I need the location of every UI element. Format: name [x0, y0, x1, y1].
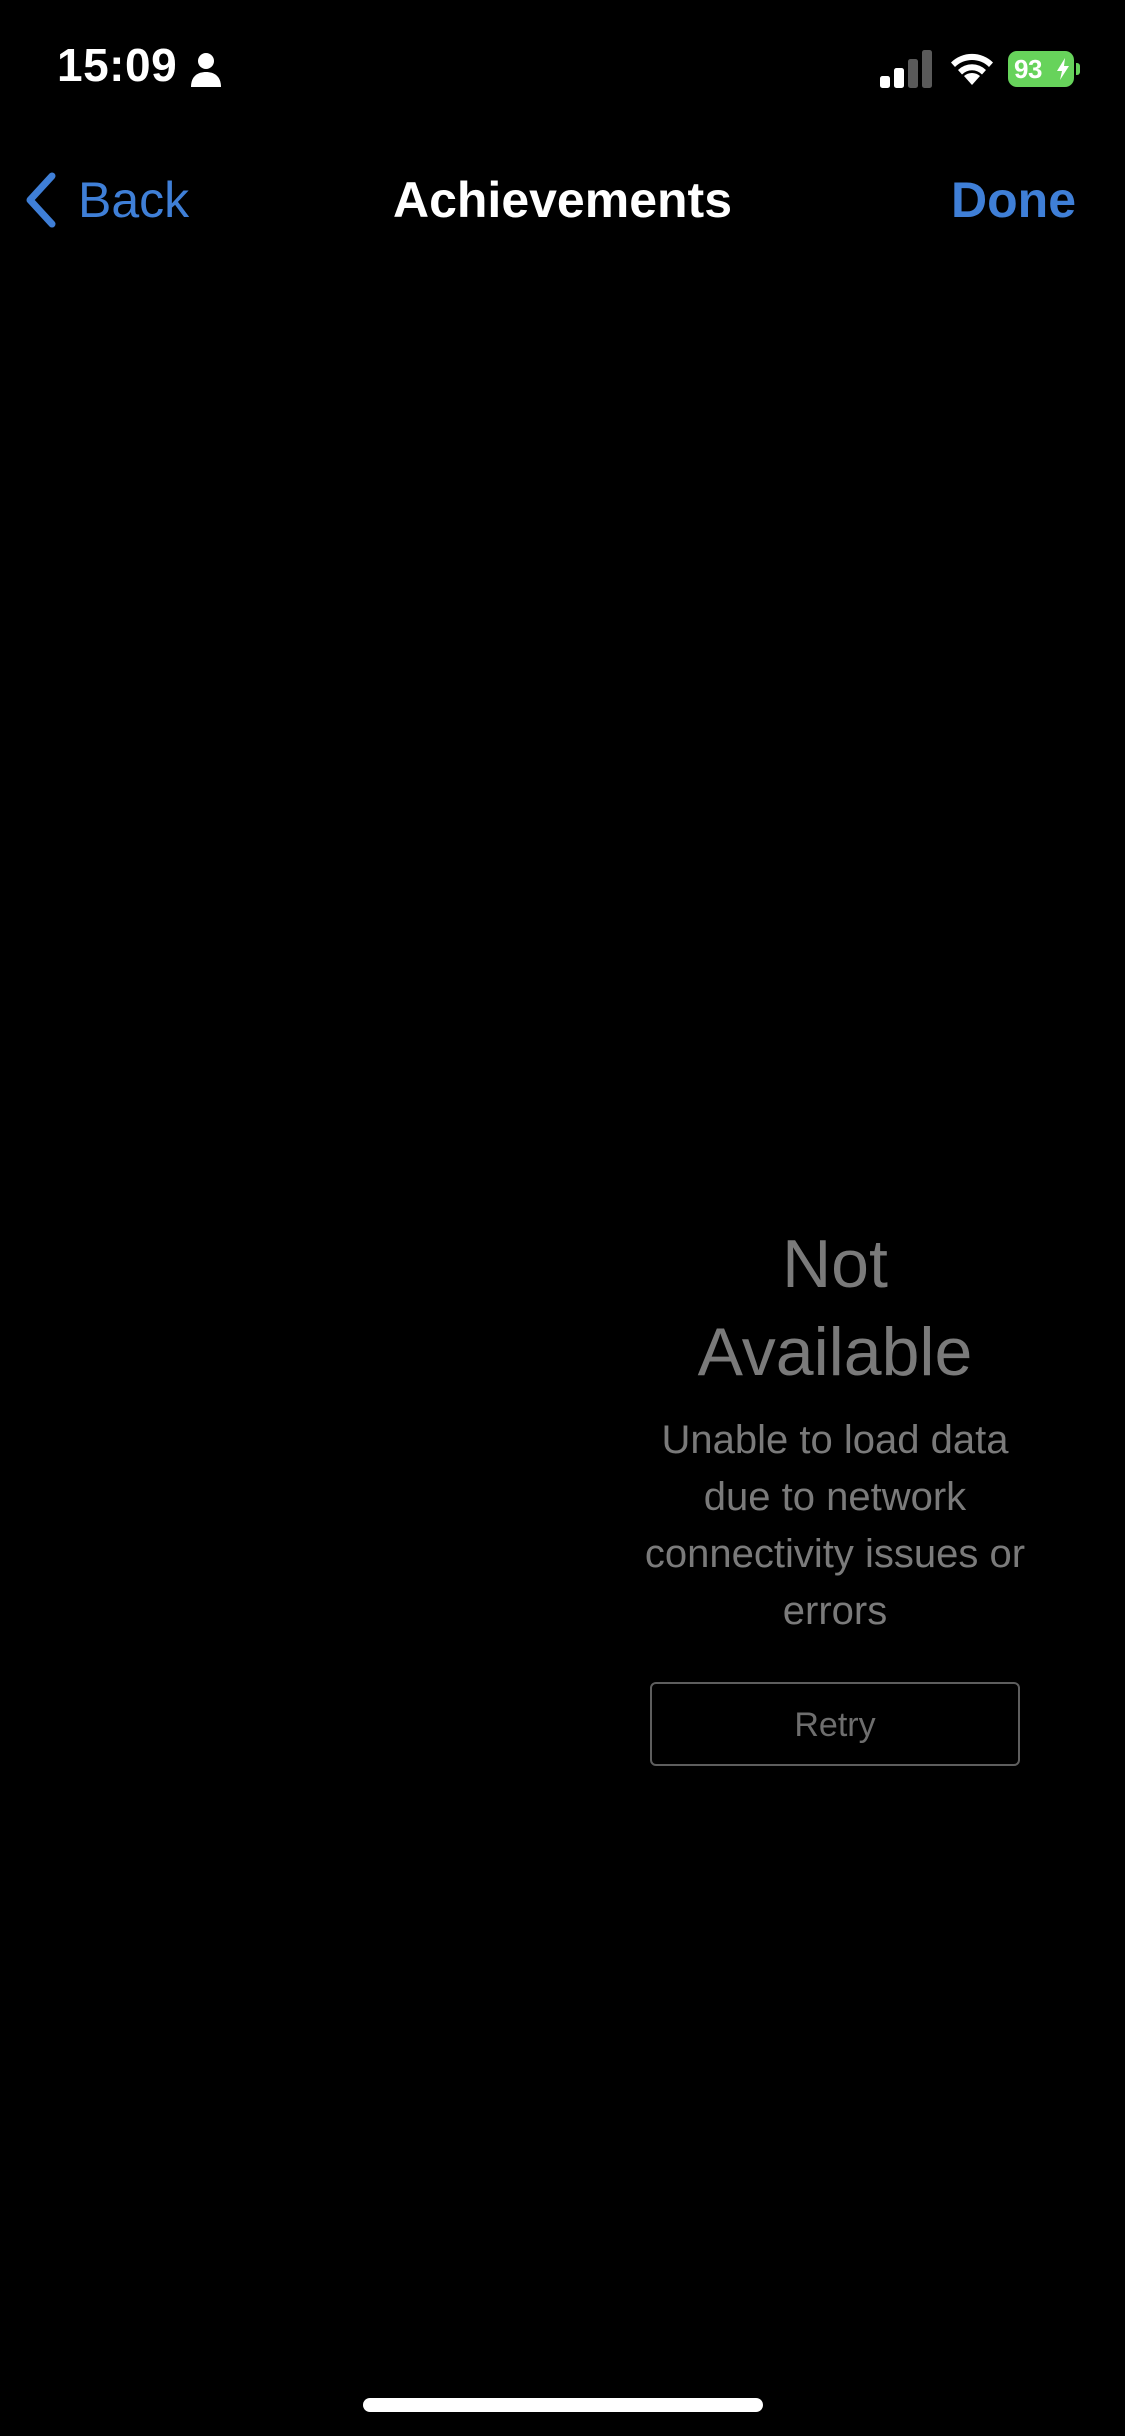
error-title: Not Available [697, 1226, 973, 1390]
signal-icon [880, 50, 932, 88]
status-time: 15:09 [57, 39, 178, 91]
person-icon [191, 53, 221, 87]
navigation-bar: Achievements Back Done [0, 150, 1125, 250]
wifi-icon [951, 53, 993, 85]
status-bar: 15:09 93 [0, 0, 1125, 140]
done-button[interactable]: Done [951, 150, 1076, 250]
retry-button[interactable]: Retry [650, 1682, 1020, 1766]
error-state: Not Available Unable to load data due to… [640, 1220, 1030, 1766]
back-button[interactable]: Back [22, 150, 189, 250]
error-message: Unable to load data due to network conne… [644, 1418, 1026, 1633]
battery-icon: 93 [1008, 51, 1080, 87]
chevron-left-icon [26, 172, 56, 228]
back-label: Back [78, 172, 190, 228]
battery-percent: 93 [1014, 54, 1042, 84]
bolt-icon [1057, 58, 1069, 80]
home-indicator[interactable] [363, 2398, 763, 2412]
